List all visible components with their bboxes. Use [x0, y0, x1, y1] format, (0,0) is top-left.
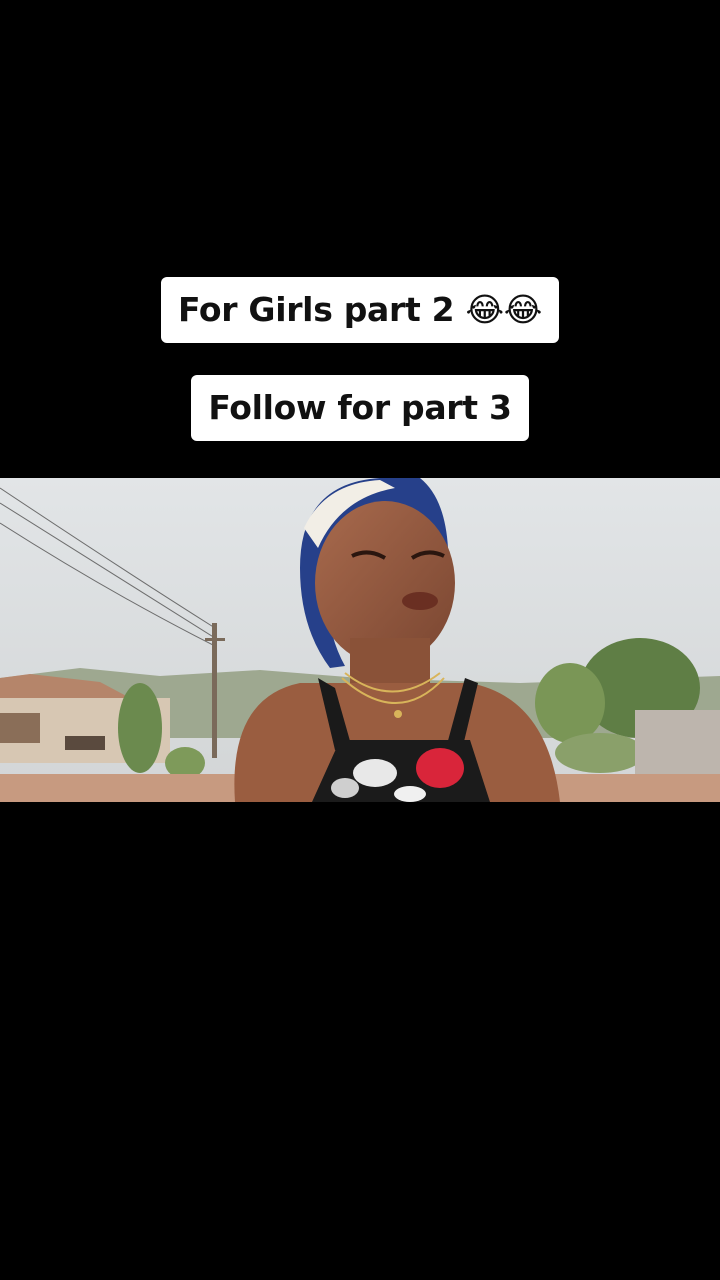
caption-text-1: For Girls part 2 😂😂: [160, 277, 560, 343]
caption-line-1: For Girls part 2 😂😂: [0, 277, 720, 343]
caption-text-2: Follow for part 3: [191, 375, 529, 441]
video-frame[interactable]: [0, 478, 720, 802]
caption-line-2: Follow for part 3: [0, 375, 720, 441]
video-still-image: [0, 478, 720, 802]
